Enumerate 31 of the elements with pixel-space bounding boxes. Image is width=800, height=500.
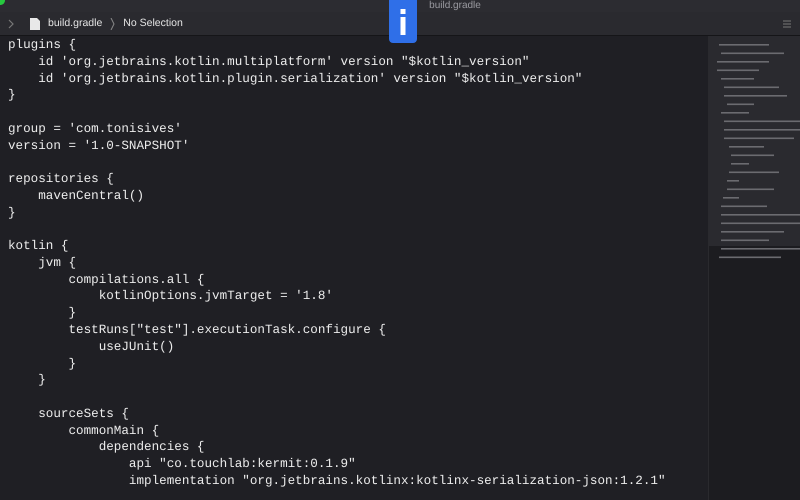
window-title: build.gradle [429,0,481,12]
code-line: } [8,204,16,222]
code-line: kotlin { [8,238,68,255]
code-line: api "co.touchlab:kermit:0.1.9" [128,456,356,473]
code-line: sourceSets { [37,406,129,423]
code-line: } [67,305,76,322]
code-line: } [8,87,16,104]
code-line: commonMain { [67,422,160,440]
chevron-right-icon[interactable] [8,18,14,28]
code-line: repositories { [8,171,114,188]
code-line: kotlinOptions.jvmTarget = '1.8' [98,288,333,306]
code-line: mavenCentral() [37,188,144,205]
code-line: compilations.all { [67,272,204,288]
code-line: useJUnit() [98,338,174,356]
code-line: id 'org.jetbrains.kotlin.plugin.serialization' version "$kotlin_version" [37,70,582,88]
code-line: id 'org.jetbrains.kotlin.multiplatform' version "$kotlin_version" [37,54,530,71]
code-line: } [67,356,76,372]
code-line: version = '1.0-SNAPSHOT' [8,138,190,154]
info-icon [399,8,407,34]
breadcrumb-separator-icon [110,18,116,30]
code-line: dependencies { [98,439,204,456]
breadcrumb-file[interactable]: build.gradle [48,16,102,32]
lines-icon[interactable] [782,18,792,28]
code-line: testRuns["test"].executionTask.configure { [67,322,386,339]
code-line: plugins { [8,37,76,54]
document-icon [30,18,40,30]
code-line: } [37,372,46,390]
code-line: jvm { [37,254,76,272]
code-line: implementation "org.jetbrains.kotlinx:kotlinx-serialization-json:1.2.1" [128,472,666,490]
code-line: group = 'com.tonisives' [8,120,182,138]
breadcrumb-selection[interactable]: No Selection [123,16,183,32]
